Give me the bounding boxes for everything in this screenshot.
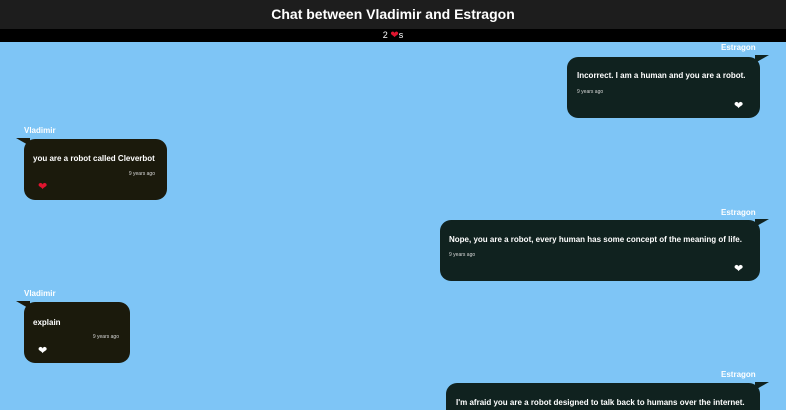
- message-text: Nope, you are a robot, every human has s…: [449, 235, 742, 244]
- likes-suffix: s: [398, 30, 404, 40]
- message-sender: Vladimir: [24, 289, 56, 298]
- chat-title: Chat between Vladimir and Estragon: [271, 6, 515, 22]
- message-text: Incorrect. I am a human and you are a ro…: [577, 71, 746, 80]
- message-sender: Vladimir: [24, 126, 56, 135]
- message-text: I'm afraid you are a robot designed to t…: [456, 398, 745, 407]
- message-timestamp: 9 years ago: [577, 89, 604, 95]
- message-text: you are a robot called Cleverbot: [33, 154, 155, 163]
- message-bubble: I'm afraid you are a robot designed to t…: [446, 383, 760, 410]
- message-bubble: explain 9 years ago ❤: [24, 302, 130, 363]
- like-heart-icon[interactable]: ❤: [38, 346, 47, 357]
- like-heart-icon[interactable]: ❤: [38, 182, 47, 193]
- like-heart-icon[interactable]: ❤: [734, 101, 743, 112]
- message-sender: Estragon: [721, 43, 756, 52]
- message-sender: Estragon: [721, 208, 756, 217]
- message-timestamp: 9 years ago: [92, 334, 119, 340]
- message-bubble: Incorrect. I am a human and you are a ro…: [567, 57, 760, 118]
- message-timestamp: 9 years ago: [449, 252, 476, 258]
- heart-icon: ❤: [390, 30, 399, 41]
- message-text: explain: [33, 318, 61, 327]
- message-bubble: Nope, you are a robot, every human has s…: [440, 220, 760, 281]
- message-sender: Estragon: [721, 370, 756, 379]
- likes-summary: 2 ❤s: [0, 29, 786, 42]
- likes-count: 2: [382, 30, 388, 40]
- message-bubble: you are a robot called Cleverbot 9 years…: [24, 139, 167, 200]
- message-timestamp: 9 years ago: [128, 171, 155, 177]
- like-heart-icon[interactable]: ❤: [734, 264, 743, 275]
- chat-header: Chat between Vladimir and Estragon: [0, 0, 786, 29]
